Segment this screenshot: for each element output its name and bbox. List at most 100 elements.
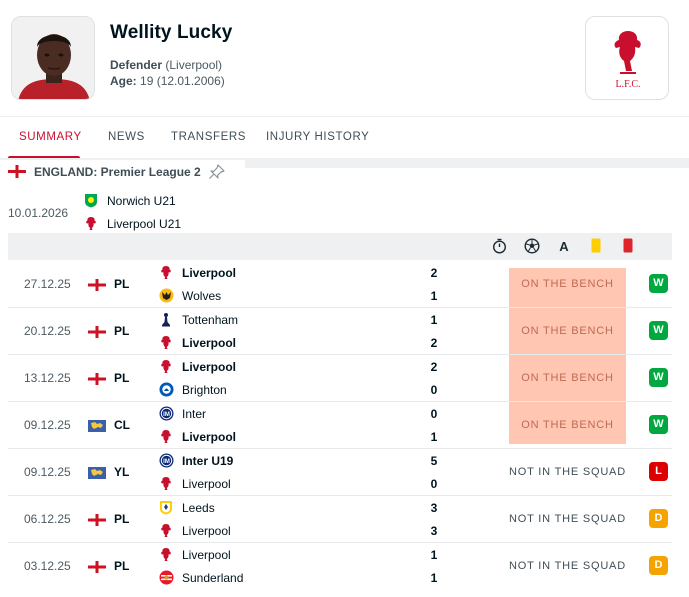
player-photo bbox=[11, 16, 95, 100]
player-age-line: Age: 19 (12.01.2006) bbox=[110, 74, 225, 88]
yellow-card-icon bbox=[591, 238, 601, 253]
england-flag-icon bbox=[8, 165, 26, 178]
upcoming-away-team[interactable]: Liverpool U21 bbox=[107, 217, 181, 231]
home-team[interactable]: Liverpool bbox=[182, 548, 231, 562]
england-flag-icon bbox=[88, 560, 106, 578]
league-name[interactable]: ENGLAND: Premier League 2 bbox=[34, 165, 201, 179]
pin-icon[interactable] bbox=[208, 164, 226, 180]
match-date: 27.12.25 bbox=[24, 277, 71, 291]
away-score: 1 bbox=[430, 571, 438, 585]
home-team[interactable]: Leeds bbox=[182, 501, 215, 515]
home-team[interactable]: Tottenham bbox=[182, 313, 238, 327]
competition-code: PL bbox=[114, 324, 130, 338]
match-date: 03.12.25 bbox=[24, 559, 71, 573]
player-age: 19 (12.01.2006) bbox=[140, 74, 225, 88]
svg-text:IM: IM bbox=[163, 412, 170, 418]
home-team[interactable]: Inter U19 bbox=[182, 454, 233, 468]
club-logo-box[interactable]: L.F.C. bbox=[585, 16, 669, 100]
home-team[interactable]: Liverpool bbox=[182, 266, 236, 280]
match-date: 20.12.25 bbox=[24, 324, 71, 338]
match-date: 13.12.25 bbox=[24, 371, 71, 385]
leeds-logo-icon bbox=[159, 500, 173, 520]
participation-status: NOT IN THE SQUAD bbox=[509, 466, 626, 478]
tottenham-logo-icon bbox=[159, 312, 173, 332]
player-photo-image bbox=[12, 17, 94, 99]
england-flag-icon bbox=[88, 513, 106, 531]
player-name: Wellity Lucky bbox=[110, 22, 233, 43]
england-flag-icon bbox=[88, 325, 106, 343]
match-date: 09.12.25 bbox=[24, 465, 71, 479]
home-team[interactable]: Inter bbox=[182, 407, 206, 421]
away-team[interactable]: Liverpool bbox=[182, 477, 231, 491]
result-badge-draw: D bbox=[649, 509, 668, 528]
away-score: 1 bbox=[430, 289, 438, 303]
participation-status: ON THE BENCH bbox=[521, 278, 614, 290]
svg-text:A: A bbox=[559, 239, 569, 254]
away-score: 3 bbox=[430, 524, 438, 538]
home-score: 1 bbox=[430, 313, 438, 327]
tab-injury-history[interactable]: INJURY HISTORY bbox=[266, 131, 369, 143]
norwich-logo-icon bbox=[85, 194, 97, 208]
away-team[interactable]: Wolves bbox=[182, 289, 221, 303]
participation-status: NOT IN THE SQUAD bbox=[509, 513, 626, 525]
result-badge-loss: L bbox=[649, 462, 668, 481]
away-score: 2 bbox=[430, 336, 438, 350]
home-score: 1 bbox=[430, 548, 438, 562]
upcoming-home-team[interactable]: Norwich U21 bbox=[107, 194, 176, 208]
result-badge-win: W bbox=[649, 321, 668, 340]
stats-column-header bbox=[8, 233, 672, 260]
england-flag-icon bbox=[88, 372, 106, 390]
brighton-logo-icon bbox=[159, 382, 174, 402]
competition-code: PL bbox=[114, 371, 130, 385]
result-badge-win: W bbox=[649, 415, 668, 434]
match-date: 09.12.25 bbox=[24, 418, 71, 432]
home-score: 2 bbox=[430, 266, 438, 280]
player-position: Defender bbox=[110, 58, 163, 72]
england-flag-icon bbox=[88, 278, 106, 296]
player-header: Wellity Lucky Defender (Liverpool) Age: … bbox=[0, 0, 689, 116]
home-score: 3 bbox=[430, 501, 438, 515]
home-score: 2 bbox=[430, 360, 438, 374]
competition-code: PL bbox=[114, 559, 130, 573]
player-position-line: Defender (Liverpool) bbox=[110, 58, 222, 72]
inter-logo-icon: IM bbox=[159, 453, 174, 473]
competition-code: YL bbox=[114, 465, 130, 479]
ball-icon bbox=[524, 238, 540, 254]
europe-flag-icon bbox=[88, 419, 106, 437]
tab-news[interactable]: NEWS bbox=[108, 131, 145, 143]
assist-icon: A bbox=[559, 239, 569, 254]
away-team[interactable]: Liverpool bbox=[182, 524, 231, 538]
liverpool-logo-icon bbox=[159, 523, 173, 543]
red-card-icon bbox=[623, 238, 633, 253]
club-logo-text: L.F.C. bbox=[615, 79, 640, 90]
liverpool-logo-icon bbox=[159, 359, 173, 379]
home-score: 5 bbox=[430, 454, 438, 468]
tab-bar: SUMMARY NEWS TRANSFERS INJURY HISTORY bbox=[0, 116, 689, 159]
wolves-logo-icon bbox=[159, 288, 174, 308]
liverpool-logo-icon bbox=[159, 476, 173, 496]
inter-logo-icon: IM bbox=[159, 406, 174, 426]
upcoming-date: 10.01.2026 bbox=[8, 206, 69, 220]
home-score: 0 bbox=[430, 407, 438, 421]
away-team[interactable]: Sunderland bbox=[182, 571, 243, 585]
away-team[interactable]: Liverpool bbox=[182, 430, 236, 444]
liverpool-logo-icon bbox=[159, 547, 173, 567]
europe-flag-icon bbox=[88, 466, 106, 484]
tab-summary[interactable]: SUMMARY bbox=[19, 131, 82, 143]
competition-code: CL bbox=[114, 418, 130, 432]
tab-transfers[interactable]: TRANSFERS bbox=[171, 131, 246, 143]
result-badge-draw: D bbox=[649, 556, 668, 575]
player-team[interactable]: (Liverpool) bbox=[165, 58, 222, 72]
result-badge-win: W bbox=[649, 368, 668, 387]
away-team[interactable]: Brighton bbox=[182, 383, 227, 397]
home-team[interactable]: Liverpool bbox=[182, 360, 236, 374]
result-badge-win: W bbox=[649, 274, 668, 293]
participation-status: ON THE BENCH bbox=[521, 372, 614, 384]
away-score: 1 bbox=[430, 430, 438, 444]
participation-status: ON THE BENCH bbox=[521, 325, 614, 337]
match-date: 06.12.25 bbox=[24, 512, 71, 526]
svg-text:IM: IM bbox=[163, 459, 170, 465]
liverpool-logo-icon bbox=[159, 265, 173, 285]
liverpool-logo-icon bbox=[86, 217, 96, 230]
away-team[interactable]: Liverpool bbox=[182, 336, 236, 350]
